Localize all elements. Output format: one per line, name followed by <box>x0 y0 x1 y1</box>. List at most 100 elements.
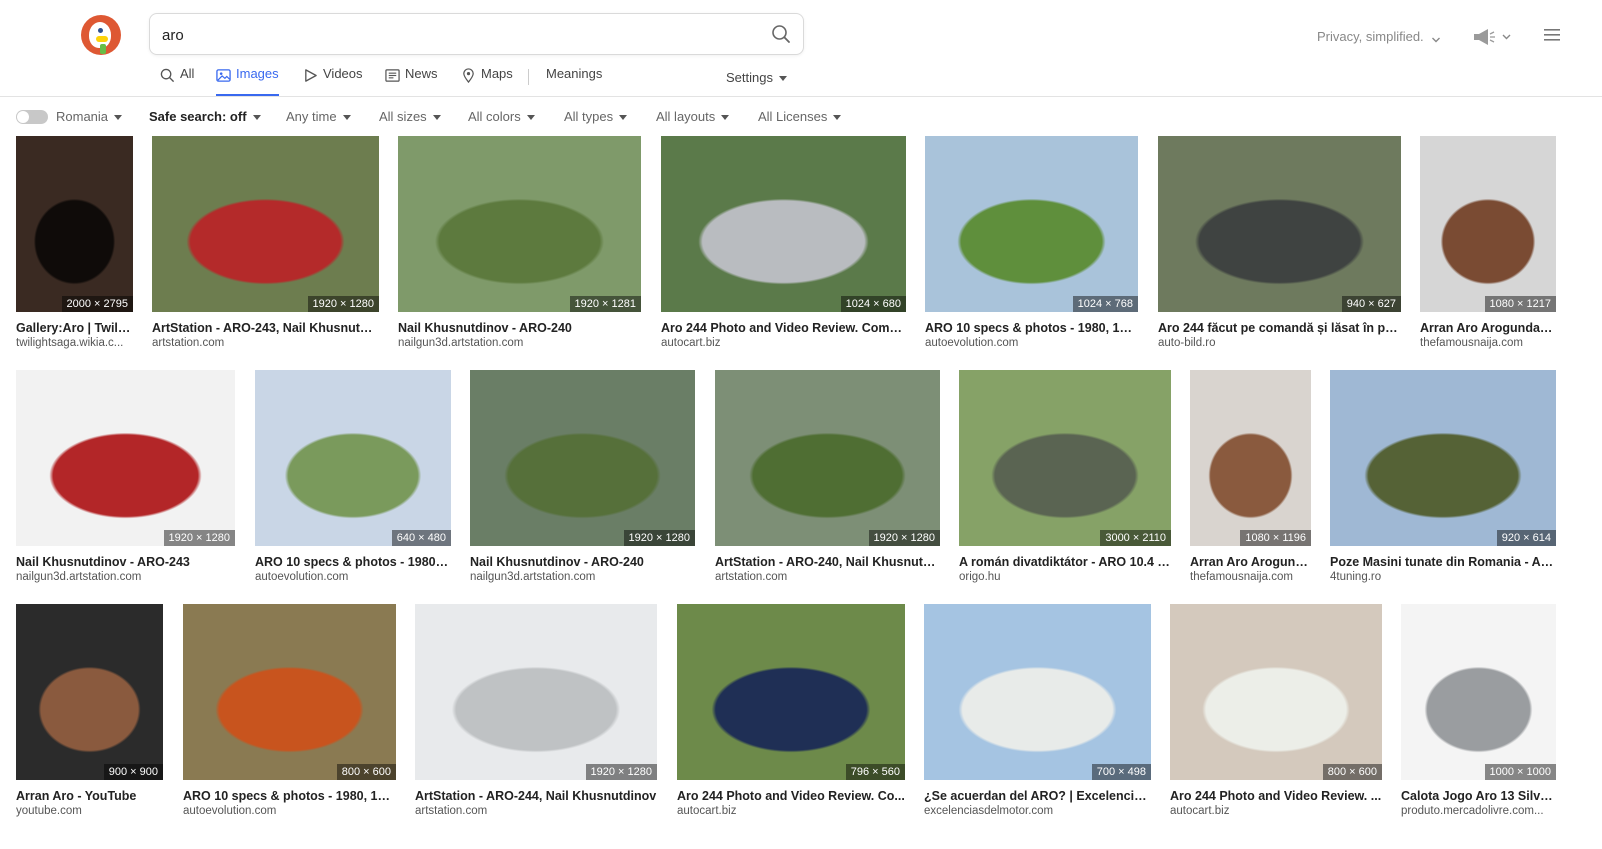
result-title[interactable]: ¿Se acuerdan del ARO? | Excelencias ... <box>924 789 1151 803</box>
result-thumbnail[interactable]: 1920 × 1280 <box>152 136 379 312</box>
result-thumbnail[interactable]: 1024 × 680 <box>661 136 906 312</box>
result-source[interactable]: thefamousnaija.com <box>1420 337 1556 349</box>
region-toggle[interactable] <box>16 110 48 124</box>
result-source[interactable]: artstation.com <box>152 337 379 349</box>
search-icon[interactable] <box>771 24 791 44</box>
settings-label: Settings <box>726 70 773 85</box>
result-title[interactable]: ArtStation - ARO-243, Nail Khusnutdi... <box>152 321 379 335</box>
safe-search-filter[interactable]: Safe search: off <box>149 109 261 124</box>
result-title[interactable]: Aro 244 făcut pe comandă și lăsat în par… <box>1158 321 1401 335</box>
tab-meanings[interactable]: Meanings <box>546 66 602 94</box>
result-source[interactable]: produto.mercadolivre.com... <box>1401 805 1556 817</box>
result-thumbnail[interactable]: 700 × 498 <box>924 604 1151 780</box>
result-title[interactable]: Calota Jogo Aro 13 Silver... <box>1401 789 1556 803</box>
result-source[interactable]: nailgun3d.artstation.com <box>470 571 695 583</box>
result-source[interactable]: artstation.com <box>415 805 657 817</box>
duckduckgo-logo[interactable] <box>81 15 121 55</box>
result-title[interactable]: ARO 10 specs & photos - 1980, 1981... <box>925 321 1138 335</box>
result-source[interactable]: origo.hu <box>959 571 1171 583</box>
result-title[interactable]: Arran Aro Arogundad... <box>1420 321 1556 335</box>
search-icon <box>160 68 175 83</box>
image-dimensions: 700 × 498 <box>1091 764 1151 780</box>
privacy-tagline: Privacy, simplified. <box>1317 29 1424 44</box>
result-thumbnail[interactable]: 640 × 480 <box>255 370 451 546</box>
play-icon <box>305 69 317 82</box>
result-source[interactable]: nailgun3d.artstation.com <box>16 571 235 583</box>
image-dimensions: 2000 × 2795 <box>61 296 133 312</box>
hamburger-menu-icon[interactable] <box>1544 28 1560 42</box>
result-thumbnail[interactable]: 796 × 560 <box>677 604 905 780</box>
tab-images[interactable]: Images <box>216 66 279 96</box>
result-title[interactable]: A román divatdiktátor - ARO 10.4 v... <box>959 555 1171 569</box>
result-thumbnail[interactable]: 900 × 900 <box>16 604 163 780</box>
result-title[interactable]: Aro 244 Photo and Video Review. Comm... <box>661 321 906 335</box>
result-title[interactable]: Nail Khusnutdinov - ARO-240 <box>470 555 695 569</box>
result-thumbnail[interactable]: 3000 × 2110 <box>959 370 1171 546</box>
result-source[interactable]: autocart.biz <box>677 805 905 817</box>
megaphone-icon[interactable] <box>1472 27 1512 47</box>
result-thumbnail[interactable]: 1000 × 1000 <box>1401 604 1556 780</box>
result-source[interactable]: thefamousnaija.com <box>1190 571 1311 583</box>
image-dimensions: 800 × 600 <box>1322 764 1382 780</box>
time-filter[interactable]: Any time <box>286 109 351 124</box>
image-dimensions: 1024 × 768 <box>1072 296 1138 312</box>
result-thumbnail[interactable]: 1080 × 1217 <box>1420 136 1556 312</box>
tab-news[interactable]: News <box>385 66 438 94</box>
result-thumbnail[interactable]: 940 × 627 <box>1158 136 1401 312</box>
search-input[interactable] <box>160 20 754 50</box>
result-title[interactable]: Arran Aro Arogund... <box>1190 555 1311 569</box>
result-thumbnail[interactable]: 1920 × 1280 <box>415 604 657 780</box>
result-thumbnail[interactable]: 1920 × 1280 <box>470 370 695 546</box>
tab-divider <box>528 69 529 85</box>
tab-label: Images <box>236 66 279 81</box>
region-filter[interactable]: Romania <box>56 109 123 124</box>
result-title[interactable]: ArtStation - ARO-244, Nail Khusnutdinov <box>415 789 657 803</box>
result-thumbnail[interactable]: 800 × 600 <box>183 604 396 780</box>
tab-label: All <box>180 66 195 81</box>
image-dimensions: 3000 × 2110 <box>1100 530 1171 546</box>
tab-videos[interactable]: Videos <box>303 66 363 94</box>
tab-all[interactable]: All <box>160 66 194 94</box>
license-filter[interactable]: All Licenses <box>758 109 842 124</box>
result-source[interactable]: autoevolution.com <box>255 571 451 583</box>
result-source[interactable]: autocart.biz <box>1170 805 1382 817</box>
result-source[interactable]: auto-bild.ro <box>1158 337 1401 349</box>
result-source[interactable]: 4tuning.ro <box>1330 571 1556 583</box>
result-title[interactable]: Aro 244 Photo and Video Review. Co... <box>677 789 905 803</box>
type-filter[interactable]: All types <box>564 109 628 124</box>
privacy-menu[interactable]: Privacy, simplified. <box>1317 29 1441 44</box>
tab-label: Meanings <box>546 66 603 81</box>
result-title[interactable]: Arran Aro - YouTube <box>16 789 163 803</box>
layout-filter[interactable]: All layouts <box>656 109 730 124</box>
result-title[interactable]: Nail Khusnutdinov - ARO-240 <box>398 321 641 335</box>
result-thumbnail[interactable]: 1024 × 768 <box>925 136 1138 312</box>
settings-dropdown[interactable]: Settings <box>726 70 787 85</box>
result-title[interactable]: ArtStation - ARO-240, Nail Khusnutdi... <box>715 555 940 569</box>
result-title[interactable]: ARO 10 specs & photos - 1980, 198... <box>183 789 396 803</box>
result-source[interactable]: nailgun3d.artstation.com <box>398 337 641 349</box>
result-title[interactable]: Poze Masini tunate din Romania - Aro... <box>1330 555 1556 569</box>
result-source[interactable]: twilightsaga.wikia.c... <box>16 337 133 349</box>
result-source[interactable]: excelenciasdelmotor.com <box>924 805 1151 817</box>
color-filter[interactable]: All colors <box>468 109 535 124</box>
result-thumbnail[interactable]: 1920 × 1280 <box>715 370 940 546</box>
tab-maps[interactable]: Maps <box>461 66 513 94</box>
result-thumbnail[interactable]: 920 × 614 <box>1330 370 1556 546</box>
result-thumbnail[interactable]: 800 × 600 <box>1170 604 1382 780</box>
result-source[interactable]: autoevolution.com <box>925 337 1138 349</box>
result-thumbnail[interactable]: 2000 × 2795 <box>16 136 133 312</box>
result-thumbnail[interactable]: 1920 × 1281 <box>398 136 641 312</box>
size-filter[interactable]: All sizes <box>379 109 441 124</box>
result-source[interactable]: youtube.com <box>16 805 163 817</box>
result-source[interactable]: autocart.biz <box>661 337 906 349</box>
result-title[interactable]: Nail Khusnutdinov - ARO-243 <box>16 555 235 569</box>
result-title[interactable]: Gallery:Aro | Twilig... <box>16 321 133 335</box>
image-dimensions: 1080 × 1217 <box>1484 296 1556 312</box>
result-thumbnail[interactable]: 1920 × 1280 <box>16 370 235 546</box>
result-title[interactable]: ARO 10 specs & photos - 1980, 1... <box>255 555 451 569</box>
result-title[interactable]: Aro 244 Photo and Video Review. ... <box>1170 789 1382 803</box>
result-source[interactable]: artstation.com <box>715 571 940 583</box>
result-source[interactable]: autoevolution.com <box>183 805 396 817</box>
result-thumbnail[interactable]: 1080 × 1196 <box>1190 370 1311 546</box>
map-pin-icon <box>463 68 474 83</box>
